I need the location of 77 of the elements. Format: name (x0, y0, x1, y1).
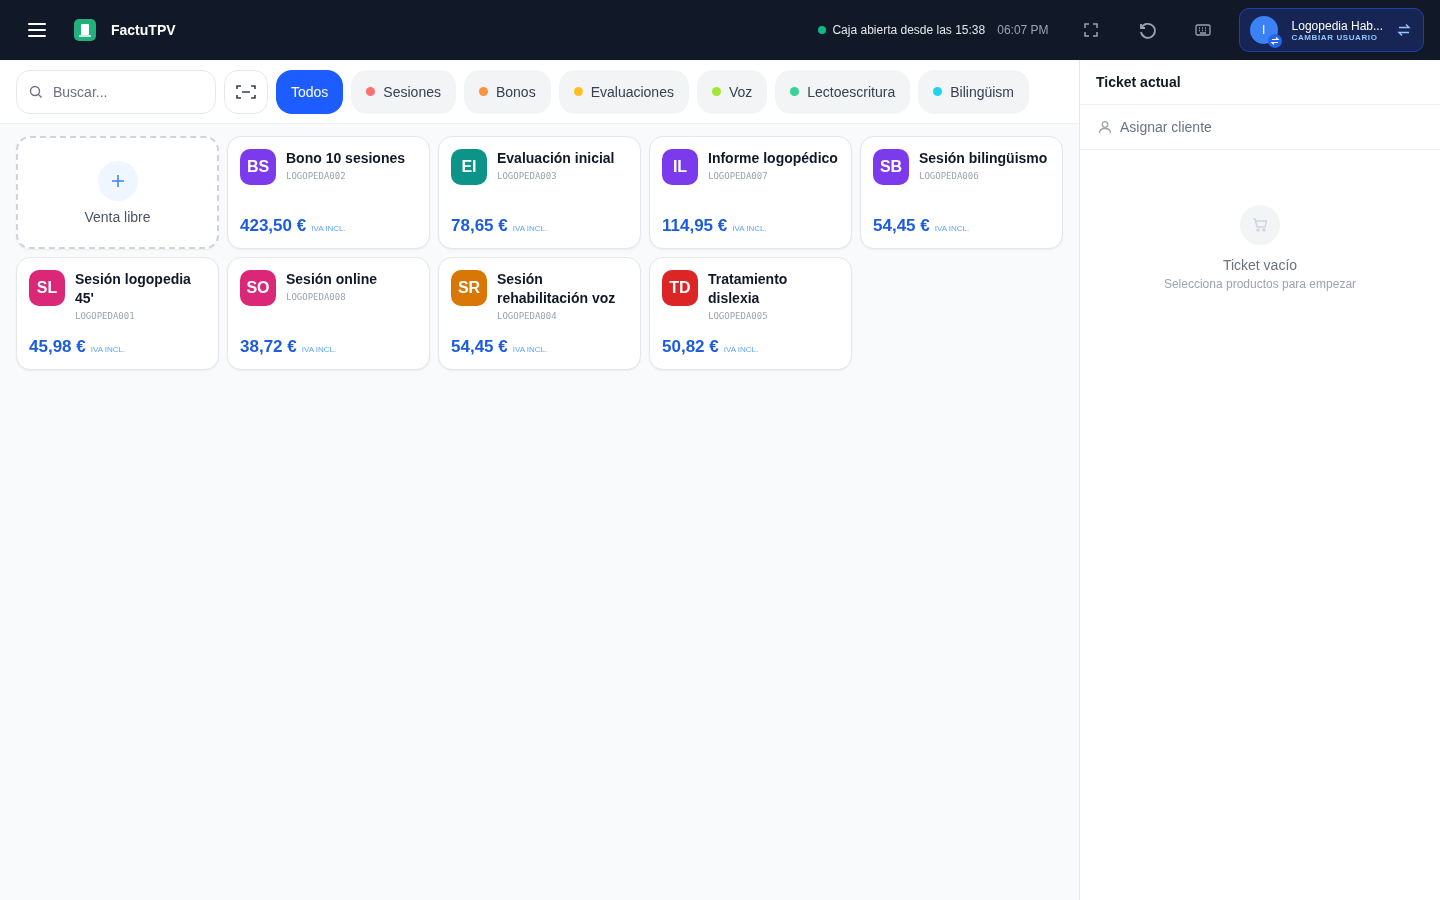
swap-arrows-icon (1397, 23, 1411, 37)
user-switch-button[interactable]: I Logopedia Hab... CAMBIAR USUARIO (1238, 8, 1424, 52)
product-price: 54,45 € (873, 216, 930, 236)
product-code: LOGOPEDA003 (497, 171, 558, 181)
category-tab[interactable]: Todos (276, 69, 344, 114)
product-code: LOGOPEDA005 (708, 311, 769, 321)
product-card[interactable]: SR Sesión rehabilitación voz LOGOPEDA004 54,45 € IVA INCL. (438, 257, 641, 370)
tax-label: IVA INCL. (311, 224, 346, 233)
category-tab[interactable]: Lectoescritura (775, 69, 911, 114)
tax-label: IVA INCL. (512, 345, 548, 354)
clock-time: 06:07 PM (997, 23, 1049, 37)
status-dot-icon (818, 26, 827, 34)
search-field[interactable]: Buscar... (16, 69, 216, 114)
product-avatar: EI (451, 149, 487, 185)
tax-label: IVA INCL. (732, 224, 767, 233)
product-avatar: SO (240, 270, 276, 306)
switch-user-label: CAMBIAR USUARIO (1291, 32, 1378, 42)
product-price: 423,50 € (240, 216, 307, 236)
tax-label: IVA INCL. (301, 345, 337, 354)
search-icon (29, 84, 43, 99)
empty-ticket-hint: Selecciona productos para empezar (1163, 277, 1357, 291)
product-name: Sesión logopedia 45' (75, 270, 192, 308)
category-tab[interactable]: Bilingüism (918, 69, 1030, 114)
app-name: FactuTPV (111, 22, 176, 38)
product-price: 114,95 € (662, 216, 728, 236)
user-name: Logopedia Hab... (1291, 18, 1383, 33)
tax-label: IVA INCL. (723, 345, 759, 354)
product-avatar: TD (662, 270, 698, 306)
product-avatar: SR (451, 270, 487, 306)
product-card[interactable]: SO Sesión online LOGOPEDA008 38,72 € IVA INCL. (227, 257, 430, 370)
tax-label: IVA INCL. (934, 224, 970, 233)
tax-label: IVA INCL. (512, 224, 548, 233)
product-price: 78,65 € (451, 216, 508, 236)
ticket-title: Ticket actual (1080, 60, 1440, 105)
product-avatar: SL (29, 270, 65, 306)
product-code: LOGOPEDA007 (708, 171, 769, 181)
scan-icon (236, 83, 256, 100)
empty-ticket-title: Ticket vacío (1222, 257, 1298, 273)
product-card[interactable]: EI Evaluación inicial LOGOPEDA003 78,65 € IVA INCL. (438, 136, 641, 249)
product-price: 38,72 € (240, 337, 297, 357)
product-name: Sesión online (286, 270, 377, 289)
product-name: Evaluación inicial (497, 149, 615, 168)
cart-icon (1240, 205, 1280, 245)
menu-icon[interactable] (28, 23, 46, 37)
assign-customer-button[interactable]: Asignar cliente (1080, 105, 1440, 150)
product-name: Sesión rehabilitación voz (497, 270, 617, 308)
category-tab[interactable]: Bonos (463, 69, 551, 114)
product-card[interactable]: SB Sesión bilingüismo LOGOPEDA006 54,45 € IVA INCL. (860, 136, 1063, 249)
person-icon (1098, 120, 1112, 134)
product-avatar: SB (873, 149, 909, 185)
free-sale-card[interactable]: Venta libre (16, 136, 219, 249)
product-code: LOGOPEDA008 (286, 292, 347, 302)
free-sale-label: Venta libre (84, 208, 151, 225)
product-card[interactable]: BS Bono 10 sesiones LOGOPEDA002 423,50 € IVA INCL. (227, 136, 430, 249)
product-avatar: IL (662, 149, 698, 185)
product-name: Informe logopédico (708, 149, 838, 168)
product-name: Sesión bilingüismo (919, 149, 1048, 168)
product-price: 54,45 € (451, 337, 508, 357)
product-code: LOGOPEDA002 (286, 171, 347, 181)
category-tab[interactable]: Evaluaciones (558, 69, 689, 114)
product-card[interactable]: IL Informe logopédico LOGOPEDA007 114,95 € IVA INCL. (649, 136, 852, 249)
product-card[interactable]: SL Sesión logopedia 45' LOGOPEDA001 45,98 € IVA INCL. (16, 257, 219, 370)
scan-button[interactable] (224, 69, 268, 114)
tax-label: IVA INCL. (90, 345, 126, 354)
product-name: Bono 10 sesiones (286, 149, 406, 168)
category-tab[interactable]: Voz (696, 69, 768, 114)
product-card[interactable]: TD Tratamiento dislexia LOGOPEDA005 50,82 € IVA INCL. (649, 257, 852, 370)
product-avatar: BS (240, 149, 276, 185)
product-code: LOGOPEDA001 (75, 311, 136, 321)
product-name: Tratamiento dislexia (708, 270, 789, 308)
register-status: Caja abierta desde las 15:38 (832, 23, 986, 37)
product-code: LOGOPEDA004 (497, 311, 558, 321)
receipt-logo-icon (74, 19, 96, 41)
product-price: 50,82 € (662, 337, 719, 357)
category-tab[interactable]: Sesiones (351, 69, 456, 114)
product-price: 45,98 € (29, 337, 86, 357)
product-code: LOGOPEDA006 (919, 171, 980, 181)
